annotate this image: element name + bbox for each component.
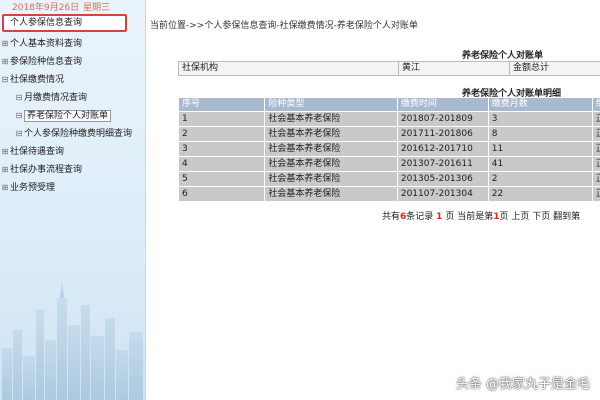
table-cell: 社会基本养老保险: [264, 126, 398, 142]
table-cell: 正常: [591, 156, 600, 172]
table-cell: 正常: [591, 111, 600, 127]
expand-icon[interactable]: ⊞: [0, 53, 10, 71]
expand-icon[interactable]: ⊞: [0, 179, 10, 197]
table-cell: 201612-201710: [396, 141, 489, 157]
detail-table: 序号 险种类型 缴费时间 缴费月数 缴费 1 社会基本养老保险 201807-2…: [177, 97, 600, 202]
expand-icon[interactable]: ⊞: [0, 35, 10, 53]
total-pages: 1: [436, 212, 443, 222]
column-header: 缴费: [591, 97, 600, 112]
table-cell: 22: [487, 186, 593, 202]
table-cell: 41: [487, 156, 593, 172]
pager-text: 条记录: [406, 212, 434, 222]
nav-item-label: 社保缴费情况: [10, 75, 65, 85]
next-page-link[interactable]: 翻到第: [553, 212, 580, 222]
date-line: 2018年9月26日 星期三: [12, 0, 110, 13]
pager-text: 共有: [382, 212, 401, 222]
summary-title: 养老保险个人对账单: [462, 51, 544, 61]
nav-item-insurance-types[interactable]: ⊞ 参保险种信息查询: [0, 53, 145, 71]
nav-item-label: 养老保险个人对账单: [24, 110, 112, 122]
table-cell: 社会基本养老保险: [264, 141, 398, 157]
date-text: 2018年9月26日: [12, 3, 80, 13]
table-header-row: 序号 险种类型 缴费时间 缴费月数 缴费: [177, 97, 600, 112]
table-cell: 2: [177, 126, 266, 142]
table-cell: 201711-201806: [396, 126, 489, 142]
tree-node-icon: ⊟: [15, 129, 23, 138]
column-header: 缴费时间: [396, 97, 489, 112]
table-cell: 1: [177, 111, 266, 127]
nav-item-pension-statement[interactable]: ⊟ 养老保险个人对账单: [0, 107, 145, 125]
table-cell: 社会基本养老保险: [264, 171, 398, 187]
prev-page-link[interactable]: 下页: [532, 212, 550, 222]
nav-item-procedures[interactable]: ⊞ 社保办事流程查询: [0, 161, 145, 179]
table-cell: 5: [177, 171, 266, 187]
table-cell: 201807-201809: [396, 111, 489, 127]
nav-item-label: 个人参保险种缴费明细查询: [24, 129, 133, 139]
sidebar: 2018年9月26日 星期三 个人参保信息查询 ⊞ 个人基本资料查询 ⊞ 参保险种信息…: [0, 0, 146, 400]
table-cell: 201305-201306: [396, 171, 489, 187]
table-cell: 4: [177, 156, 266, 172]
nav-item-label: 月缴费情况查询: [24, 93, 88, 103]
nav-item-basic-info[interactable]: ⊞ 个人基本资料查询: [0, 35, 145, 53]
nav-item-benefits[interactable]: ⊞ 社保待遇查询: [0, 143, 145, 161]
nav-item-label: 参保险种信息查询: [10, 57, 83, 67]
nav-item-payment-details[interactable]: ⊟ 个人参保险种缴费明细查询: [0, 125, 145, 143]
table-cell: 社会基本养老保险: [264, 156, 398, 172]
first-page-link[interactable]: 上页: [511, 212, 529, 222]
pager-text: 页: [499, 212, 509, 222]
expand-icon[interactable]: ⊞: [0, 161, 10, 179]
table-row: 6 社会基本养老保险 201107-201304 22 正常: [177, 186, 600, 202]
table-cell: 6: [177, 186, 266, 202]
nav-item-label: 个人基本资料查询: [10, 39, 83, 49]
nav-item-label: 社保待遇查询: [10, 147, 65, 157]
nav-item-pre-acceptance[interactable]: ⊞ 业务预受理: [0, 179, 145, 197]
table-cell: 社保机构: [178, 61, 399, 76]
table-row: 5 社会基本养老保险 201305-201306 2 正常: [177, 171, 600, 187]
table-row: 社保机构 黄江 金额总计: [178, 61, 600, 76]
summary-table: 社保机构 黄江 金额总计: [178, 61, 600, 76]
nav-item-monthly-payment[interactable]: ⊟ 月缴费情况查询: [0, 89, 145, 107]
tree-node-icon: ⊟: [15, 111, 23, 120]
column-header: 序号: [177, 97, 266, 112]
table-row: 4 社会基本养老保险 201307-201611 41 正常: [177, 156, 600, 172]
nav-item-label: 个人参保信息查询: [10, 18, 83, 28]
table-cell: 正常: [591, 186, 600, 202]
city-skyline-image: [2, 280, 143, 400]
column-header: 险种类型: [264, 97, 398, 112]
table-cell: 正常: [591, 171, 600, 187]
table-cell: 社会基本养老保险: [264, 111, 398, 127]
table-cell: 11: [487, 141, 593, 157]
table-cell: 3: [487, 111, 593, 127]
table-cell: 正常: [591, 141, 600, 157]
nav-item-label: 社保办事流程查询: [10, 165, 83, 175]
breadcrumb: 当前位置->>个人参保信息查询-社保缴费情况-养老保险个人对账单: [150, 21, 418, 31]
tree-node-icon: ⊟: [15, 93, 23, 102]
column-header: 缴费月数: [487, 97, 593, 112]
table-cell: 正常: [591, 126, 600, 142]
table-cell: 金额总计: [509, 61, 600, 76]
nav-item-personal-insurance-query[interactable]: 个人参保信息查询: [2, 14, 127, 32]
table-cell: 8: [487, 126, 593, 142]
table-cell: 社会基本养老保险: [264, 186, 398, 202]
table-row: 3 社会基本养老保险 201612-201710 11 正常: [177, 141, 600, 157]
table-cell: 201307-201611: [396, 156, 489, 172]
nav-item-label: 业务预受理: [10, 183, 56, 193]
table-cell: 3: [177, 141, 266, 157]
weekday-text: 星期三: [83, 3, 111, 13]
main-content: 当前位置->>个人参保信息查询-社保缴费情况-养老保险个人对账单 养老保险个人对…: [146, 0, 600, 400]
pager-text: 页: [445, 212, 455, 222]
pager-text: 当前是第: [457, 212, 494, 222]
table-cell: 黄江: [398, 61, 510, 76]
pagination: 共有6条记录 1 页 当前是第1页 上页 下页 翻到第: [382, 209, 580, 222]
table-cell: 201107-201304: [396, 186, 489, 202]
expand-icon[interactable]: ⊞: [0, 143, 10, 161]
table-cell: 2: [487, 171, 593, 187]
nav-tree: 个人参保信息查询 ⊞ 个人基本资料查询 ⊞ 参保险种信息查询 ⊟ 社保缴费情况 ⊟ 月缴…: [0, 13, 145, 197]
nav-item-payment-status[interactable]: ⊟ 社保缴费情况: [0, 71, 145, 89]
watermark: 头条 @我家丸子是金毛: [455, 377, 590, 392]
table-row: 2 社会基本养老保险 201711-201806 8 正常: [177, 126, 600, 142]
table-row: 1 社会基本养老保险 201807-201809 3 正常: [177, 111, 600, 127]
collapse-icon[interactable]: ⊟: [0, 71, 10, 89]
